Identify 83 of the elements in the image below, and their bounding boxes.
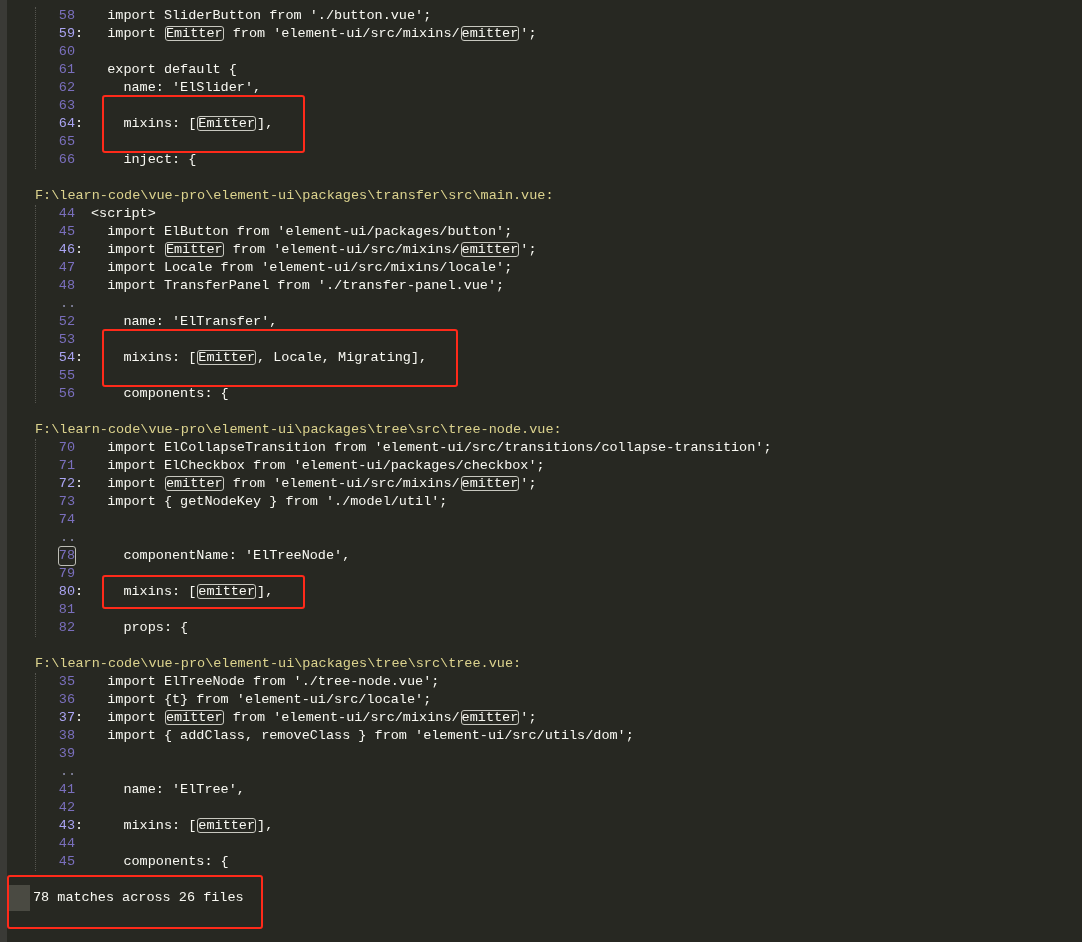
code-line: import SliderButton from './button.vue'; bbox=[106, 7, 432, 25]
line-number: 54 bbox=[58, 349, 75, 367]
line-number: 59 bbox=[58, 25, 75, 43]
match-separator: : bbox=[75, 583, 84, 601]
line-number: 62 bbox=[58, 79, 75, 97]
line-number: 44 bbox=[58, 205, 75, 223]
match-separator: : bbox=[75, 475, 84, 493]
code-line: import emitter from 'element-ui/src/mixins/emitter'; bbox=[106, 475, 537, 493]
match-separator: : bbox=[75, 349, 84, 367]
line-number: 82 bbox=[58, 619, 75, 637]
ellipsis-marker: .. bbox=[60, 295, 77, 313]
code-line: import ElCheckbox from 'element-ui/packages/checkbox'; bbox=[106, 457, 545, 475]
code-line: import { addClass, removeClass } from 'element-ui/src/utils/dom'; bbox=[106, 727, 634, 745]
ellipsis-marker: .. bbox=[60, 763, 77, 781]
code-line: import ElButton from 'element-ui/packages/button'; bbox=[106, 223, 513, 241]
cursor-line-highlight bbox=[8, 885, 30, 911]
code-line: mixins: [Emitter, Locale, Migrating], bbox=[122, 349, 428, 367]
code-line: import ElTreeNode from './tree-node.vue'; bbox=[106, 673, 440, 691]
code-line: import Emitter from 'element-ui/src/mixins/emitter'; bbox=[106, 241, 537, 259]
code-line: import emitter from 'element-ui/src/mixins/emitter'; bbox=[106, 709, 537, 727]
line-number: 79 bbox=[58, 565, 75, 583]
code-line: <script> bbox=[91, 205, 156, 223]
line-number: 64 bbox=[58, 115, 75, 133]
line-number: 56 bbox=[58, 385, 75, 403]
line-number: 73 bbox=[58, 493, 75, 511]
line-number: 48 bbox=[58, 277, 75, 295]
line-number: 74 bbox=[58, 511, 75, 529]
file-path[interactable]: F:\learn-code\vue-pro\element-ui\packages\tree\src\tree-node.vue: bbox=[35, 421, 562, 439]
code-line: components: { bbox=[122, 853, 229, 871]
code-line: export default { bbox=[106, 61, 237, 79]
code-line: mixins: [emitter], bbox=[122, 583, 274, 601]
code-line: import {t} from 'element-ui/src/locale'; bbox=[106, 691, 432, 709]
line-number: 61 bbox=[58, 61, 75, 79]
line-number: 36 bbox=[58, 691, 75, 709]
line-number: 70 bbox=[58, 439, 75, 457]
line-number: 55 bbox=[58, 367, 75, 385]
code-line: mixins: [emitter], bbox=[122, 817, 274, 835]
match-separator: : bbox=[75, 241, 84, 259]
code-line: componentName: 'ElTreeNode', bbox=[122, 547, 351, 565]
match-separator: : bbox=[75, 25, 84, 43]
line-number: 80 bbox=[58, 583, 75, 601]
code-line: import ElCollapseTransition from 'element-ui/src/transitions/collapse-transition'; bbox=[106, 439, 772, 457]
match-separator: : bbox=[75, 709, 84, 727]
code-line: props: { bbox=[122, 619, 189, 637]
line-number: 47 bbox=[58, 259, 75, 277]
line-number: 60 bbox=[58, 43, 75, 61]
line-number: 52 bbox=[58, 313, 75, 331]
line-number: 72 bbox=[58, 475, 75, 493]
match-separator: : bbox=[75, 817, 84, 835]
file-path[interactable]: F:\learn-code\vue-pro\element-ui\packages\transfer\src\main.vue: bbox=[35, 187, 554, 205]
line-number: 45 bbox=[58, 853, 75, 871]
line-number: 58 bbox=[58, 7, 75, 25]
code-line: name: 'ElTree', bbox=[122, 781, 245, 799]
line-number: 35 bbox=[58, 673, 75, 691]
match-summary: 78 matches across 26 files bbox=[33, 889, 244, 907]
line-number: 44 bbox=[58, 835, 75, 853]
line-number: 78 bbox=[58, 547, 75, 565]
code-line: import Emitter from 'element-ui/src/mixins/emitter'; bbox=[106, 25, 537, 43]
code-line: import TransferPanel from './transfer-panel.vue'; bbox=[106, 277, 505, 295]
code-line: import { getNodeKey } from './model/util'; bbox=[106, 493, 448, 511]
match-separator: : bbox=[75, 115, 84, 133]
line-number: 45 bbox=[58, 223, 75, 241]
line-number: 65 bbox=[58, 133, 75, 151]
line-number: 63 bbox=[58, 97, 75, 115]
line-number: 38 bbox=[58, 727, 75, 745]
line-number: 43 bbox=[58, 817, 75, 835]
code-line: import Locale from 'element-ui/src/mixins/locale'; bbox=[106, 259, 513, 277]
line-number: 42 bbox=[58, 799, 75, 817]
code-line: mixins: [Emitter], bbox=[122, 115, 274, 133]
line-number: 53 bbox=[58, 331, 75, 349]
code-line: name: 'ElSlider', bbox=[122, 79, 262, 97]
line-number: 41 bbox=[58, 781, 75, 799]
line-number: 71 bbox=[58, 457, 75, 475]
code-line: inject: { bbox=[122, 151, 197, 169]
line-number: 39 bbox=[58, 745, 75, 763]
ellipsis-marker: .. bbox=[60, 529, 77, 547]
code-line: name: 'ElTransfer', bbox=[122, 313, 278, 331]
line-number: 46 bbox=[58, 241, 75, 259]
code-line: components: { bbox=[122, 385, 229, 403]
line-number: 81 bbox=[58, 601, 75, 619]
file-path[interactable]: F:\learn-code\vue-pro\element-ui\packages\tree\src\tree.vue: bbox=[35, 655, 522, 673]
line-number: 37 bbox=[58, 709, 75, 727]
line-number: 66 bbox=[58, 151, 75, 169]
